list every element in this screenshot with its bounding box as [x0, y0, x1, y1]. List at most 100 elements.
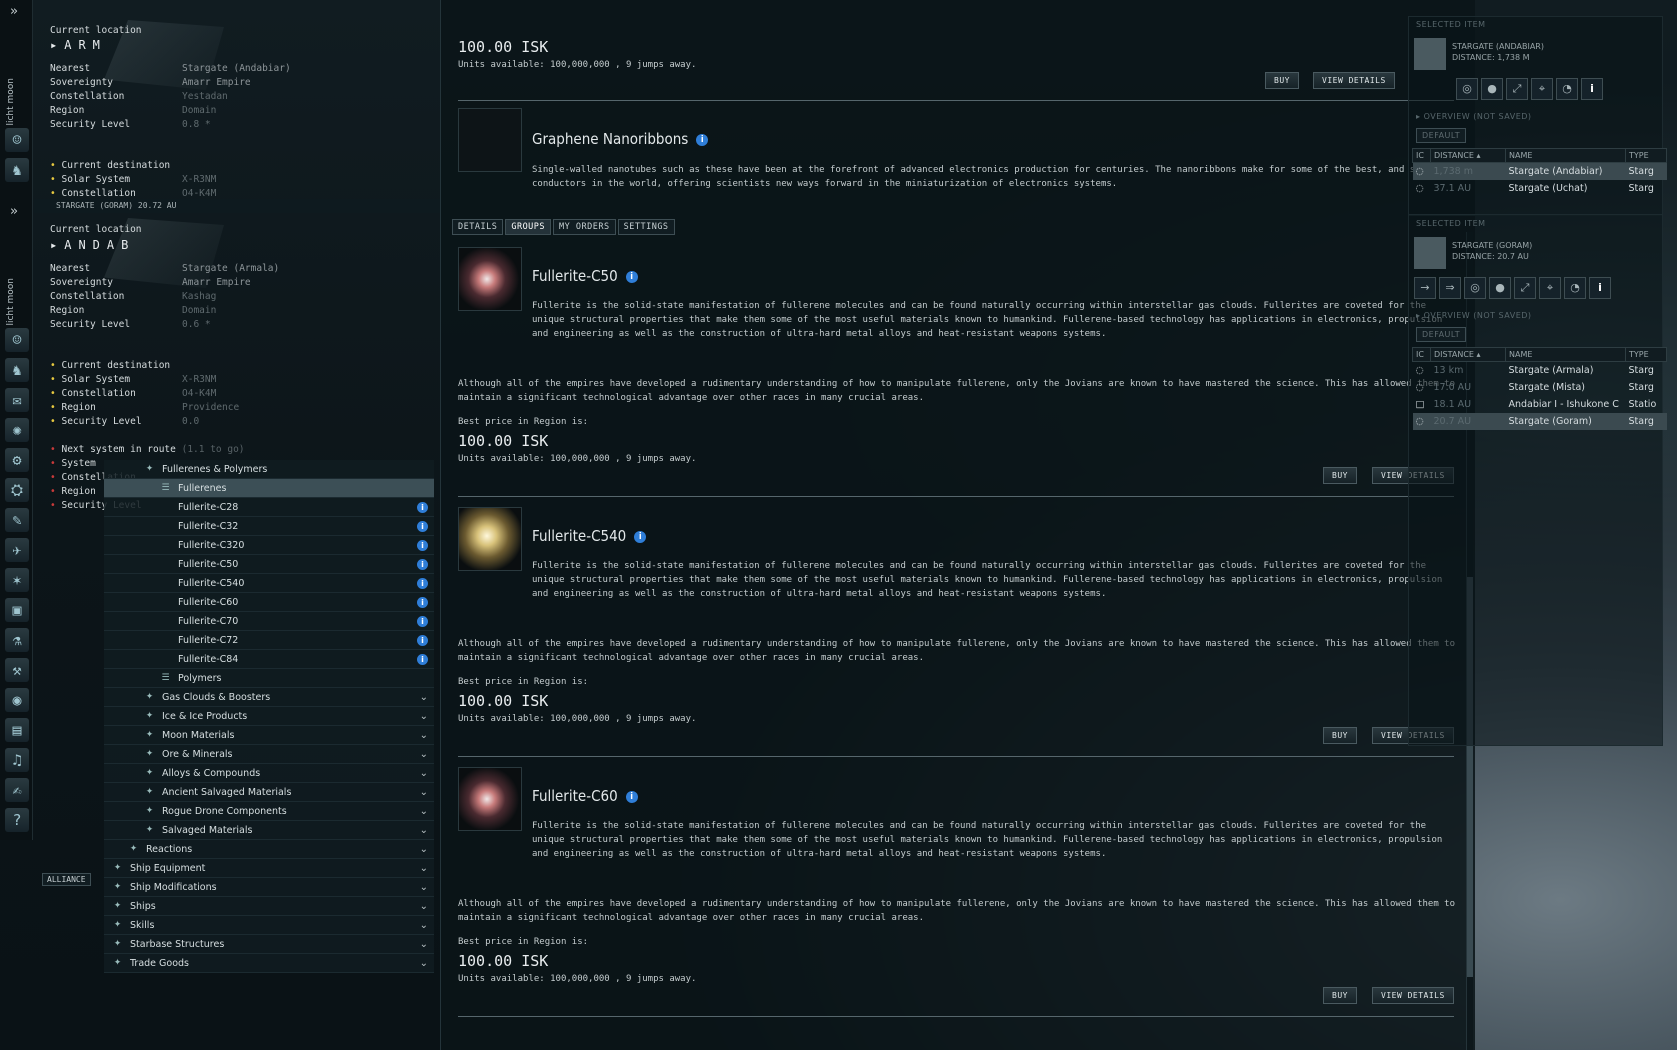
corporation-icon[interactable]: ✍ [5, 778, 29, 802]
market-tree-row[interactable]: Fullerite-C72 i [104, 631, 434, 650]
market-tree-row[interactable]: ✦ Trade Goods ⌄ [104, 954, 434, 973]
market-tree-row[interactable]: ✦ Ship Modifications ⌄ [104, 878, 434, 897]
market-tree-row[interactable]: ✦ Starbase Structures ⌄ [104, 935, 434, 954]
map-icon[interactable]: ✈ [5, 538, 29, 562]
route-system-value-2[interactable]: X-R3NM [182, 374, 216, 385]
market-tree-row[interactable]: ✦ Salvaged Materials ⌄ [104, 821, 434, 840]
buy-button[interactable]: BUY [1323, 727, 1357, 744]
market-tree-row[interactable]: Fullerite-C60 i [104, 593, 434, 612]
expand-icon-2[interactable]: » [10, 204, 18, 219]
overview-row[interactable]: ◌ 17.0 AU Stargate (Mista) Starg [1413, 379, 1667, 396]
help-icon[interactable]: ? [5, 808, 29, 832]
location-bar[interactable]: STARGATE (GORAM) 20.72 AU [34, 199, 444, 213]
top-buy-button[interactable]: BUY [1265, 72, 1299, 89]
overview-row[interactable]: ◌ 20.7 AU Stargate (Goram) Starg [1412, 413, 1667, 430]
view-details-button[interactable]: VIEW DETAILS [1372, 987, 1454, 1004]
mail-icon[interactable]: ✉ [5, 388, 29, 412]
info-icon[interactable]: i [417, 597, 428, 608]
market-tree-row[interactable]: ✦ Skills ⌄ [104, 916, 434, 935]
jump-icon[interactable]: ⇒ [1439, 277, 1461, 299]
system-name[interactable]: ▸ARM [50, 38, 107, 52]
market-tree-row[interactable]: Fullerite-C70 i [104, 612, 434, 631]
fitting-icon[interactable]: ⚒ [5, 658, 29, 682]
science-icon[interactable]: ⚗ [5, 628, 29, 652]
warp-icon[interactable]: ⤢ [1514, 277, 1536, 299]
overview-row[interactable]: □ 18.1 AU Andabiar I - Ishukone C Statio [1413, 396, 1667, 413]
col-icon[interactable]: IC [1412, 347, 1431, 362]
skills-icon[interactable]: ♞ [5, 158, 29, 182]
item-thumbnail[interactable] [458, 108, 522, 172]
col-type[interactable]: TYPE [1625, 347, 1667, 362]
expand-chevron-icon[interactable]: ⌄ [420, 802, 428, 821]
system-name-2[interactable]: ▸ANDAB [50, 238, 135, 252]
market-tree-row[interactable]: ✦ Ore & Minerals ⌄ [104, 745, 434, 764]
overview-title[interactable]: ▸ OVERVIEW (NOT SAVED) [1416, 112, 1532, 121]
tab-details[interactable]: DETAILS [452, 219, 504, 235]
expand-chevron-icon[interactable]: ⌄ [420, 764, 428, 783]
character-icon-2[interactable]: ☺ [5, 328, 29, 352]
expand-chevron-icon[interactable]: ⌄ [420, 935, 428, 954]
market-tree-row[interactable]: ✦ Alloys & Compounds ⌄ [104, 764, 434, 783]
market-tree-row[interactable]: Fullerite-C320 i [104, 536, 434, 555]
overview-row[interactable]: ◌ 37.1 AU Stargate (Uchat) Starg [1413, 180, 1667, 197]
market-tree-row[interactable]: ✦ Ancient Salvaged Materials ⌄ [104, 783, 434, 802]
market-tree-row[interactable]: Fullerite-C28 i [104, 498, 434, 517]
info-icon[interactable]: i [417, 635, 428, 646]
market-tree-row[interactable]: ✦ Ship Equipment ⌄ [104, 859, 434, 878]
expand-chevron-icon[interactable]: ⌄ [420, 726, 428, 745]
notepad-icon[interactable]: ▤ [5, 718, 29, 742]
col-distance[interactable]: DISTANCE ▴ [1430, 148, 1506, 163]
look-at-icon[interactable]: ◔ [1564, 277, 1586, 299]
tab-my-orders[interactable]: MY ORDERS [553, 219, 616, 235]
expand-icon[interactable]: » [10, 4, 18, 19]
col-distance[interactable]: DISTANCE ▴ [1430, 347, 1506, 362]
info-icon[interactable]: i [417, 540, 428, 551]
orbit-icon[interactable]: ◎ [1456, 78, 1478, 100]
constellation-value-2[interactable]: Kashag [182, 291, 216, 302]
item-thumbnail[interactable] [458, 507, 522, 571]
character-icon[interactable]: ☺ [5, 128, 29, 152]
market-tree-row[interactable]: ✦ Moon Materials ⌄ [104, 726, 434, 745]
buy-button[interactable]: BUY [1323, 987, 1357, 1004]
route-region-value-2[interactable]: Providence [182, 402, 239, 413]
expand-chevron-icon[interactable]: ⌄ [420, 897, 428, 916]
expand-chevron-icon[interactable]: ⌄ [420, 916, 428, 935]
info-icon[interactable]: i [625, 270, 638, 283]
route-constellation-value-2[interactable]: O4-K4M [182, 388, 216, 399]
overview-row[interactable]: ◌ 1,738 m Stargate (Andabiar) Starg [1412, 162, 1667, 180]
warp-icon[interactable]: ⤢ [1506, 78, 1528, 100]
item-name[interactable]: Graphene Nanoribbons i [532, 130, 709, 148]
market-tree-row[interactable]: ✦ Gas Clouds & Boosters ⌄ [104, 688, 434, 707]
starmap-icon[interactable]: ✶ [5, 568, 29, 592]
approach-icon[interactable]: → [1414, 277, 1436, 299]
keep-range-icon[interactable]: ● [1481, 78, 1503, 100]
region-value-2[interactable]: Domain [182, 305, 216, 316]
col-name[interactable]: NAME [1505, 347, 1626, 362]
market-tree-row[interactable]: ☰ Fullerenes [104, 479, 434, 498]
expand-chevron-icon[interactable]: ⌄ [420, 745, 428, 764]
expand-chevron-icon[interactable]: ⌄ [420, 707, 428, 726]
market-tree-row[interactable]: ✦ Reactions ⌄ [104, 840, 434, 859]
show-info-icon[interactable]: i [1589, 277, 1611, 299]
nearest-value[interactable]: Stargate (Andabiar) [182, 63, 291, 74]
market-tree-row[interactable]: ✦ Ice & Ice Products ⌄ [104, 707, 434, 726]
show-info-icon[interactable]: i [1581, 78, 1603, 100]
target-icon[interactable]: ⌖ [1531, 78, 1553, 100]
scanner-icon[interactable]: ◉ [5, 688, 29, 712]
route-constellation-value[interactable]: O4-K4M [182, 188, 216, 199]
people-icon[interactable]: ♞ [5, 358, 29, 382]
expand-chevron-icon[interactable]: ⌄ [420, 688, 428, 707]
tab-settings[interactable]: SETTINGS [617, 219, 675, 235]
region-value[interactable]: Domain [182, 105, 216, 116]
buy-button[interactable]: BUY [1323, 467, 1357, 484]
industry-icon[interactable]: ⛭ [5, 478, 29, 502]
item-thumbnail[interactable] [458, 247, 522, 311]
expand-chevron-icon[interactable]: ⌄ [420, 859, 428, 878]
top-view-details-button[interactable]: VIEW DETAILS [1313, 72, 1395, 89]
nearest-value-2[interactable]: Stargate (Armala) [182, 263, 279, 274]
info-icon[interactable]: i [625, 790, 638, 803]
wallet-icon[interactable]: ♫ [5, 748, 29, 772]
overview-tab-default[interactable]: DEFAULT [1416, 128, 1467, 143]
item-name[interactable]: Fullerite-C50 i [532, 267, 638, 285]
info-icon[interactable]: i [417, 502, 428, 513]
